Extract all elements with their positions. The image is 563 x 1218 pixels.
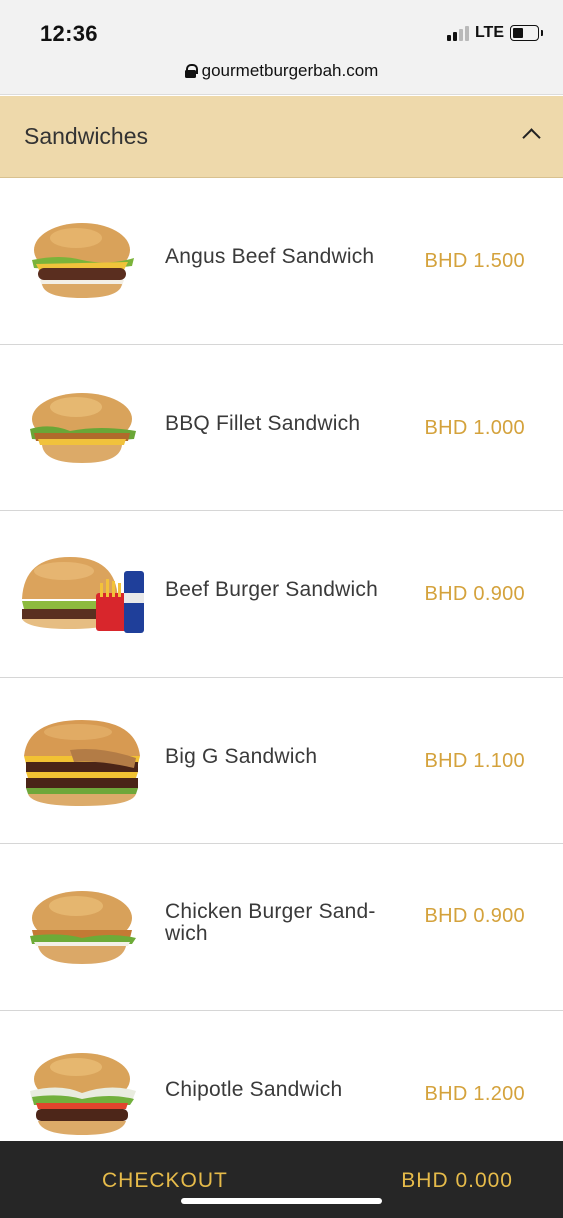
clock: 12:36 bbox=[40, 21, 98, 46]
item-price: BHD 0.900 bbox=[424, 905, 525, 927]
item-price: BHD 0.900 bbox=[424, 583, 525, 605]
signal-icon bbox=[446, 25, 469, 41]
battery-icon bbox=[510, 25, 543, 41]
menu-item[interactable]: Chicken Burger Sand-wich BHD 0.900 bbox=[0, 844, 563, 1011]
item-name: BBQ Fillet Sandwich bbox=[165, 411, 361, 435]
menu-item[interactable]: BBQ Fillet Sandwich BHD 1.000 bbox=[0, 344, 563, 511]
network-type: LTE bbox=[474, 24, 504, 41]
item-price: BHD 1.200 bbox=[424, 1082, 525, 1105]
menu-item-list: Angus Beef Sandwich BHD 1.500 BBQ Fillet… bbox=[0, 178, 563, 1177]
menu-item[interactable]: Big G Sandwich BHD 1.100 bbox=[0, 677, 563, 844]
burger-image bbox=[30, 392, 136, 463]
menu-item[interactable]: Beef Burger Sandwich BHD 0.900 bbox=[0, 511, 563, 678]
status-bar: 12:36 LTE bbox=[0, 0, 563, 56]
item-name: Beef Burger Sandwich bbox=[165, 578, 378, 601]
checkout-button[interactable]: CHECKOUT bbox=[102, 1169, 228, 1193]
checkout-bar: CHECKOUT BHD 0.000 bbox=[0, 1141, 563, 1218]
category-header-sandwiches[interactable]: Sandwiches bbox=[0, 96, 563, 178]
item-name: Chipotle Sandwich bbox=[165, 1077, 343, 1101]
burger-image bbox=[30, 891, 136, 964]
item-price: BHD 1.000 bbox=[424, 416, 525, 439]
burger-image bbox=[32, 223, 134, 298]
item-name: Chicken Burger Sand-wich bbox=[165, 900, 376, 945]
burger-image bbox=[30, 1052, 136, 1135]
home-indicator[interactable] bbox=[181, 1198, 382, 1204]
status-indicators: LTE bbox=[446, 24, 543, 42]
cart-total: BHD 0.000 bbox=[401, 1169, 513, 1192]
item-name: Angus Beef Sandwich bbox=[165, 245, 375, 268]
item-price: BHD 1.500 bbox=[424, 250, 525, 272]
menu-item[interactable]: Angus Beef Sandwich BHD 1.500 bbox=[0, 178, 563, 345]
burger-meal-image bbox=[22, 557, 144, 633]
item-name: Big G Sandwich bbox=[165, 744, 318, 768]
chevron-up-icon[interactable] bbox=[523, 126, 539, 142]
url-text: gourmetburgerbah.com bbox=[201, 61, 379, 80]
burger-image bbox=[24, 719, 140, 806]
category-title: Sandwiches bbox=[24, 123, 149, 149]
url-display[interactable]: gourmetburgerbah.com bbox=[184, 61, 379, 81]
browser-url-bar[interactable]: gourmetburgerbah.com bbox=[0, 56, 563, 95]
lock-icon bbox=[184, 64, 199, 78]
item-price: BHD 1.100 bbox=[424, 749, 525, 772]
